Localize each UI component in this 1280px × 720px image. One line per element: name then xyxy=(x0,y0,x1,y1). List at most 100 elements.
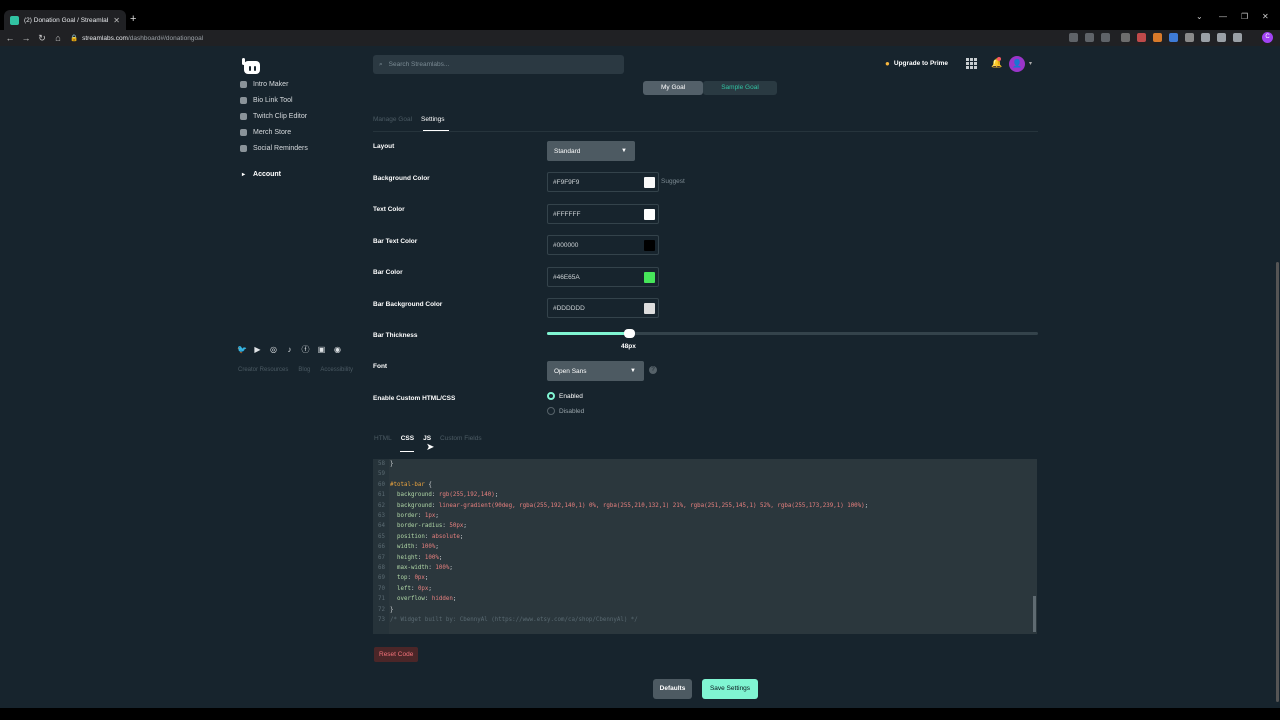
upgrade-to-prime-button[interactable]: ● Upgrade to Prime xyxy=(885,59,948,68)
sidebar-item-social-reminders[interactable]: Social Reminders xyxy=(240,145,308,152)
streamlabs-logo-icon[interactable] xyxy=(241,57,261,75)
sidebar-item-twitch-clip-editor[interactable]: Twitch Clip Editor xyxy=(240,113,307,120)
layout-select[interactable]: Standard ▼ xyxy=(547,141,635,161)
bar-text-color-value: #000000 xyxy=(553,241,579,249)
enabled-radio[interactable]: Enabled xyxy=(547,392,583,400)
help-icon[interactable]: ? xyxy=(649,366,657,374)
reset-code-button[interactable]: Reset Code xyxy=(374,647,419,662)
page-scrollbar[interactable] xyxy=(1276,262,1279,702)
clip-icon xyxy=(240,113,247,120)
code-line: max-width: 100%; xyxy=(390,565,453,571)
twitter-icon[interactable]: 🐦 xyxy=(237,345,247,354)
cast-icon[interactable] xyxy=(1217,33,1226,42)
tab-list-icon[interactable]: ⌄ xyxy=(1196,12,1203,21)
search-input[interactable]: ⌕ Search Streamlabs... xyxy=(373,55,624,74)
sidebar-icon[interactable] xyxy=(1233,33,1242,42)
bookmark-star-icon[interactable] xyxy=(1101,33,1110,42)
bar-background-color-value: #DDDDDD xyxy=(553,304,585,312)
bar-text-color-swatch[interactable] xyxy=(644,240,655,251)
notification-badge xyxy=(997,57,1001,61)
reload-icon[interactable]: ↻ xyxy=(34,33,50,44)
minimize-button[interactable]: — xyxy=(1219,12,1227,21)
code-token: ; xyxy=(459,533,464,540)
sample-goal-button[interactable]: Sample Goal xyxy=(703,81,777,95)
code-token: width xyxy=(390,544,415,551)
extension-icon[interactable] xyxy=(1137,33,1146,42)
css-code-editor[interactable]: 58} 59 60 #total-bar {61 background: rgb(25… xyxy=(373,459,1037,634)
chevron-down-icon[interactable]: ▾ xyxy=(1029,60,1032,67)
facebook-icon[interactable]: ⓕ xyxy=(301,345,310,354)
profile-avatar[interactable]: C xyxy=(1262,32,1273,43)
extension-icon[interactable] xyxy=(1185,33,1194,42)
tab-js[interactable]: JS xyxy=(423,435,431,442)
browser-tabstrip: (2) Donation Goal / Streamlabs ✕ + ⌄ — ❐… xyxy=(0,0,1280,30)
linkedin-icon[interactable]: ▣ xyxy=(317,345,326,354)
footer-link-accessibility[interactable]: Accessibility xyxy=(320,367,353,373)
bar-background-color-swatch[interactable] xyxy=(644,303,655,314)
footer-link-blog[interactable]: Blog xyxy=(298,367,310,373)
caret-right-icon: ▸ xyxy=(242,172,246,178)
slider-handle[interactable] xyxy=(624,329,635,338)
share-icon[interactable] xyxy=(1085,33,1094,42)
youtube-icon[interactable]: ▶ xyxy=(253,345,262,354)
address-bar[interactable]: 🔒 streamlabs.com/dashboard#/donationgoal xyxy=(70,32,1120,44)
sidebar-account[interactable]: ▸ Account xyxy=(242,171,281,178)
tiktok-icon[interactable]: ♪ xyxy=(285,345,294,354)
bar-color-input[interactable]: #46E65A xyxy=(547,267,659,287)
sidebar-item-intro-maker[interactable]: Intro Maker xyxy=(240,81,288,88)
tab-settings[interactable]: Settings xyxy=(421,116,445,123)
tab-custom-fields[interactable]: Custom Fields xyxy=(440,435,482,442)
editor-scrollbar[interactable] xyxy=(1033,596,1036,632)
home-icon[interactable]: ⌂ xyxy=(50,33,66,43)
apps-grid-icon[interactable] xyxy=(966,58,977,69)
maximize-button[interactable]: ❐ xyxy=(1241,12,1248,21)
instagram-icon[interactable]: ◎ xyxy=(269,345,278,354)
eye-off-icon[interactable] xyxy=(1069,33,1078,42)
bar-background-color-input[interactable]: #DDDDDD xyxy=(547,298,659,318)
background-color-swatch[interactable] xyxy=(644,177,655,188)
active-code-tab-indicator xyxy=(400,451,414,452)
code-token: background xyxy=(390,492,432,499)
code-line: /* Widget built by: CbennyAl (https://ww… xyxy=(390,617,638,623)
sidebar-item-bio-link-tool[interactable]: Bio Link Tool xyxy=(240,97,293,104)
back-icon[interactable]: ← xyxy=(2,33,18,43)
disabled-radio[interactable]: Disabled xyxy=(547,407,584,415)
text-color-swatch[interactable] xyxy=(644,209,655,220)
forward-icon[interactable]: → xyxy=(18,33,34,43)
bar-color-swatch[interactable] xyxy=(644,272,655,283)
extension-icon[interactable] xyxy=(1153,33,1162,42)
avatar[interactable]: 👤 xyxy=(1009,56,1025,72)
layout-value: Standard xyxy=(554,147,581,155)
tab-manage-goal[interactable]: Manage Goal xyxy=(373,116,412,123)
tab-html[interactable]: HTML xyxy=(374,435,392,442)
tab-css[interactable]: CSS xyxy=(401,435,414,442)
extension-icon[interactable] xyxy=(1121,33,1130,42)
new-tab-button[interactable]: + xyxy=(130,13,136,25)
close-window-button[interactable]: ✕ xyxy=(1262,12,1269,21)
background-color-input[interactable]: #F9F9F9 xyxy=(547,172,659,192)
search-icon: ⌕ xyxy=(379,60,383,68)
save-settings-button[interactable]: Save Settings xyxy=(702,679,758,699)
puzzle-icon[interactable] xyxy=(1201,33,1210,42)
code-token: #total-bar xyxy=(390,481,425,488)
sidebar-item-merch-store[interactable]: Merch Store xyxy=(240,129,291,136)
code-token: absolute xyxy=(431,533,460,540)
bar-text-color-input[interactable]: #000000 xyxy=(547,235,659,255)
close-tab-icon[interactable]: ✕ xyxy=(113,16,120,25)
browser-tab[interactable]: (2) Donation Goal / Streamlabs ✕ xyxy=(4,10,126,30)
line-number: 62 xyxy=(378,502,385,509)
caret-down-icon: ▼ xyxy=(621,148,627,154)
sidebar-item-label: Twitch Clip Editor xyxy=(253,113,308,120)
my-goal-button[interactable]: My Goal xyxy=(643,81,704,95)
shirt-icon xyxy=(240,129,247,136)
bar-thickness-value: 48px xyxy=(621,343,636,350)
suggest-link[interactable]: Suggest xyxy=(661,178,685,185)
defaults-button[interactable]: Defaults xyxy=(653,679,692,699)
footer-link-creator-resources[interactable]: Creator Resources xyxy=(238,367,288,373)
thumbs-up-icon xyxy=(240,145,247,152)
font-select[interactable]: Open Sans ▼ xyxy=(547,361,644,381)
extension-icon[interactable] xyxy=(1169,33,1178,42)
text-color-input[interactable]: #FFFFFF xyxy=(547,204,659,224)
discord-icon[interactable]: ◉ xyxy=(333,345,342,354)
url-host: streamlabs.com xyxy=(82,34,128,42)
